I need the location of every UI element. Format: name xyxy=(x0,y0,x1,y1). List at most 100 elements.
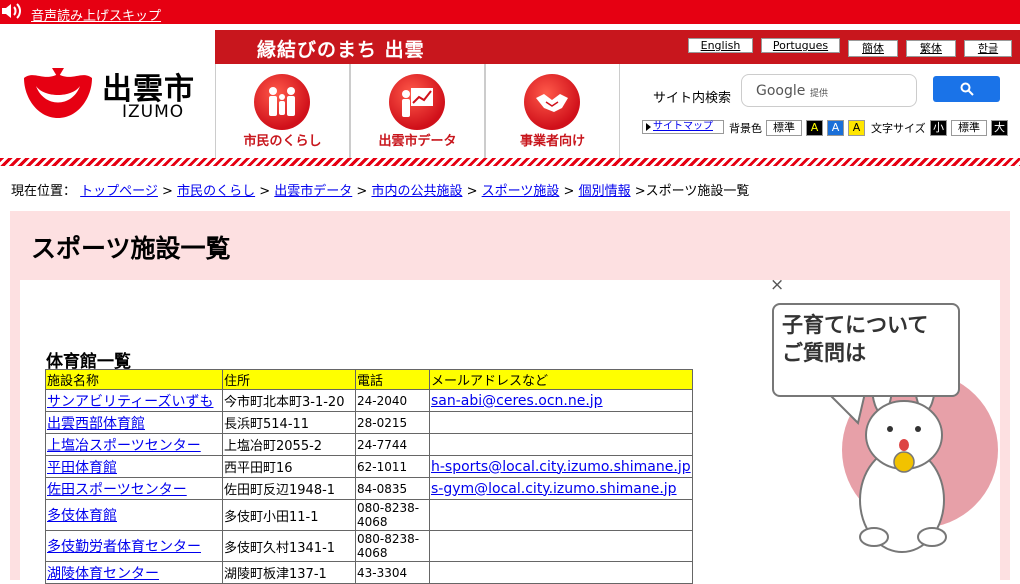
google-logo: Google xyxy=(756,83,806,99)
facility-address: 多伎町久村1341-1 xyxy=(222,530,356,562)
facility-link[interactable]: 平田体育館 xyxy=(47,460,117,476)
font-large-button[interactable]: 大 xyxy=(991,120,1008,136)
table-header-row: 施設名称 住所 電話 メールアドレスなど xyxy=(45,369,693,390)
facility-email xyxy=(429,530,693,562)
speaker-icon xyxy=(2,3,21,19)
facility-address: 多伎町小田11-1 xyxy=(222,499,356,531)
lang-traditional-button[interactable]: 繁体 xyxy=(906,40,956,57)
bg-yellow-button[interactable]: A xyxy=(848,120,865,136)
facility-link[interactable]: 多伎体育館 xyxy=(47,508,117,524)
search-button[interactable] xyxy=(933,76,1000,102)
content-frame-left xyxy=(10,280,20,580)
nav-city-data-label: 出雲市データ xyxy=(378,134,457,149)
lang-portugues-button[interactable]: Portugues xyxy=(761,38,840,53)
facility-email xyxy=(429,561,693,584)
column-header-address: 住所 xyxy=(222,369,356,390)
facility-phone: 84-0835 xyxy=(355,477,430,500)
logo-text-en: IZUMO xyxy=(122,102,185,122)
facility-address: 今市町北本町3-1-20 xyxy=(222,389,356,412)
breadcrumb-top[interactable]: トップページ xyxy=(80,184,158,199)
site-logo[interactable]: 出雲市 IZUMO xyxy=(22,64,202,124)
breadcrumb-city-data[interactable]: 出雲市データ xyxy=(274,184,352,199)
facility-link[interactable]: サンアビリティーズいずも xyxy=(47,394,213,410)
font-standard-button[interactable]: 標準 xyxy=(951,120,987,136)
table-row: 湖陵体育センター 湖陵町板津137-1 43-3304 xyxy=(45,561,693,584)
header-catchphrase: 縁結びのまち 出雲 xyxy=(257,39,425,61)
font-small-button[interactable]: 小 xyxy=(930,120,947,136)
breadcrumb-public-facilities[interactable]: 市内の公共施設 xyxy=(371,184,462,199)
header-banner: 縁結びのまち 出雲 xyxy=(215,30,1020,64)
chat-speech-bubble[interactable]: 子育てについて ご質問は xyxy=(772,303,960,397)
bg-blue-button[interactable]: A xyxy=(827,120,844,136)
column-header-name: 施設名称 xyxy=(45,369,223,390)
facility-phone: 080-8238-4068 xyxy=(355,530,430,562)
table-row: 佐田スポーツセンター 佐田町反辺1948-1 84-0835 s-gym@loc… xyxy=(45,477,693,500)
breadcrumb-sports-facilities[interactable]: スポーツ施設 xyxy=(482,184,560,199)
facility-email-link[interactable]: h-sports@local.city.izumo.shimane.jp xyxy=(431,459,691,475)
font-size-label: 文字サイズ xyxy=(871,122,926,135)
table-row: 上塩冶スポーツセンター 上塩冶町2055-2 24-7744 xyxy=(45,433,693,456)
facility-address: 西平田町16 xyxy=(222,455,356,478)
facility-link[interactable]: 出雲西部体育館 xyxy=(47,416,145,432)
nav-citizen-life[interactable]: 市民のくらし xyxy=(215,64,350,158)
facility-phone: 62-1011 xyxy=(355,455,430,478)
breadcrumb-current: スポーツ施設一覧 xyxy=(645,184,750,199)
facility-email-link[interactable]: san-abi@ceres.ocn.ne.jp xyxy=(431,393,603,409)
childcare-chat-widget[interactable]: × 子育てについて ご質問は xyxy=(770,275,1000,560)
nav-business-label: 事業者向け xyxy=(519,134,585,149)
nav-city-data[interactable]: 出雲市データ xyxy=(350,64,485,158)
gym-table: 施設名称 住所 電話 メールアドレスなど サンアビリティーズいずも 今市町北本町… xyxy=(45,369,693,584)
facility-address: 佐田町反辺1948-1 xyxy=(222,477,356,500)
table-row: サンアビリティーズいずも 今市町北本町3-1-20 24-2040 san-ab… xyxy=(45,389,693,412)
page-title: スポーツ施設一覧 xyxy=(31,234,231,263)
bg-standard-button[interactable]: 標準 xyxy=(766,120,802,136)
site-header: 出雲市 IZUMO 縁結びのまち 出雲 English Portugues 簡体… xyxy=(0,24,1020,166)
facility-phone: 28-0215 xyxy=(355,411,430,434)
skip-link[interactable]: 音声読み上げスキップ xyxy=(31,5,161,24)
facility-email xyxy=(429,411,693,434)
facility-phone: 24-2040 xyxy=(355,389,430,412)
content-frame-right xyxy=(1000,280,1010,580)
search-label: サイト内検索 xyxy=(653,91,732,106)
search-provided-text: 提供 xyxy=(810,89,829,99)
facility-phone: 080-8238-4068 xyxy=(355,499,430,531)
bg-black-button[interactable]: A xyxy=(806,120,823,136)
table-row: 出雲西部体育館 長浜町514-11 28-0215 xyxy=(45,411,693,434)
breadcrumb-prefix: 現在位置： xyxy=(11,184,77,199)
facility-phone: 43-3304 xyxy=(355,561,430,584)
family-icon xyxy=(254,74,310,130)
lang-korean-button[interactable]: 한글 xyxy=(964,40,1012,57)
facility-email xyxy=(429,433,693,456)
facility-email-link[interactable]: s-gym@local.city.izumo.shimane.jp xyxy=(431,481,677,497)
header-stripe-divider xyxy=(0,158,1020,166)
facility-link[interactable]: 多伎勤労者体育センター xyxy=(47,539,201,555)
breadcrumb: 現在位置： トップページ > 市民のくらし > 出雲市データ > 市内の公共施設… xyxy=(11,184,750,199)
sitemap-link[interactable]: サイトマップ xyxy=(642,120,724,134)
column-header-email: メールアドレスなど xyxy=(429,369,693,390)
skip-bar: 音声読み上げスキップ xyxy=(0,0,1020,24)
lang-simplified-button[interactable]: 簡体 xyxy=(848,40,898,57)
nav-citizen-life-label: 市民のくらし xyxy=(243,134,322,149)
nav-business[interactable]: 事業者向け xyxy=(485,64,620,158)
facility-address: 長浜町514-11 xyxy=(222,411,356,434)
handshake-icon xyxy=(524,74,580,130)
facility-address: 上塩冶町2055-2 xyxy=(222,433,356,456)
bubble-line-1: 子育てについて xyxy=(782,313,929,337)
facility-link[interactable]: 湖陵体育センター xyxy=(47,566,159,582)
breadcrumb-citizen-life[interactable]: 市民のくらし xyxy=(177,184,255,199)
facility-email xyxy=(429,499,693,531)
izumo-emblem-icon xyxy=(24,68,92,118)
bg-color-label: 背景色 xyxy=(729,122,762,135)
facility-link[interactable]: 佐田スポーツセンター xyxy=(47,482,187,498)
table-row: 平田体育館 西平田町16 62-1011 h-sports@local.city… xyxy=(45,455,693,478)
table-row: 多伎体育館 多伎町小田11-1 080-8238-4068 xyxy=(45,499,693,531)
lang-english-button[interactable]: English xyxy=(688,38,753,53)
breadcrumb-individual-info[interactable]: 個別情報 xyxy=(579,184,631,199)
facility-phone: 24-7744 xyxy=(355,433,430,456)
facility-link[interactable]: 上塩冶スポーツセンター xyxy=(47,438,201,454)
table-row: 多伎勤労者体育センター 多伎町久村1341-1 080-8238-4068 xyxy=(45,530,693,562)
column-header-phone: 電話 xyxy=(355,369,430,390)
chart-presentation-icon xyxy=(389,74,445,130)
page-title-box: スポーツ施設一覧 xyxy=(10,211,1010,280)
search-input[interactable]: Google 提供 xyxy=(741,74,917,107)
